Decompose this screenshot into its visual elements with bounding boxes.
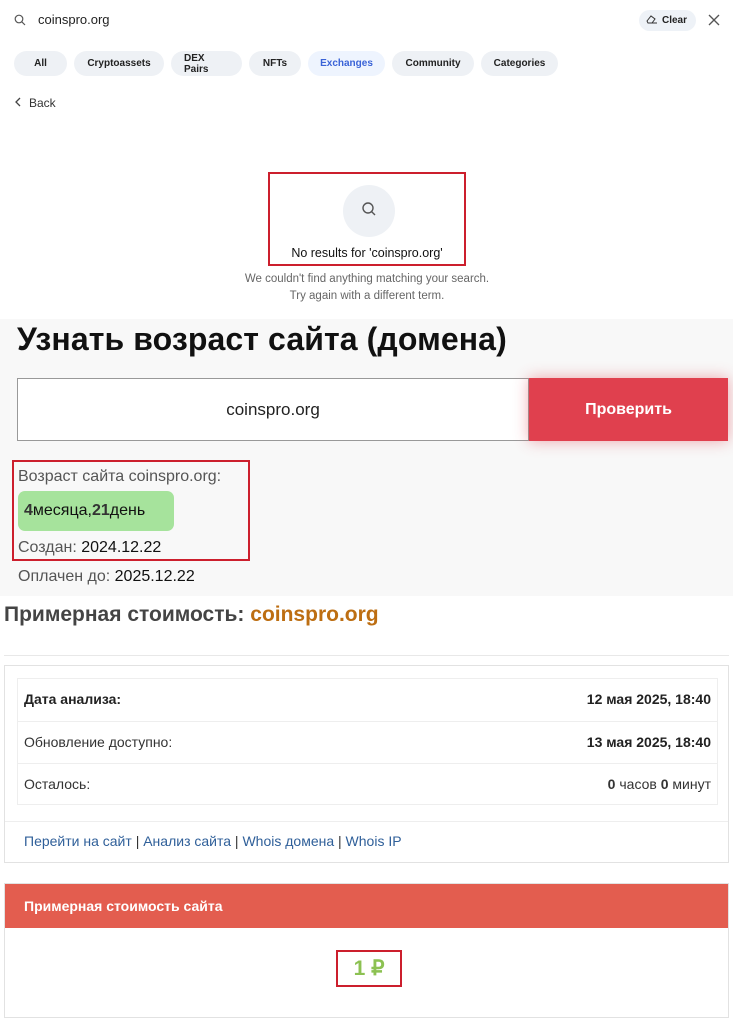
back-button[interactable]: Back [14, 96, 56, 110]
search-icon [14, 13, 26, 31]
cost-heading-prefix: Примерная стоимость: [4, 603, 251, 626]
analysis-info-table: Дата анализа: 12 мая 2025, 18:40 Обновле… [17, 678, 718, 805]
remaining-hours-word: часов [615, 776, 661, 792]
analysis-date-label: Дата анализа: [24, 691, 122, 707]
created-date: Создан: 2024.12.22 [18, 539, 161, 557]
link-whois-domain[interactable]: Whois домена [242, 833, 334, 849]
paid-label: Оплачен до: [18, 568, 115, 585]
divider [5, 821, 728, 822]
search-input[interactable]: coinspro.org [38, 12, 110, 27]
link-separator: | [135, 833, 140, 849]
age-months-number: 4 [24, 502, 33, 519]
update-available-label: Обновление доступно: [24, 734, 173, 750]
table-row: Обновление доступно: 13 мая 2025, 18:40 [18, 721, 717, 761]
search-icon [361, 201, 377, 222]
created-label: Создан: [18, 539, 82, 556]
tab-exchanges[interactable]: Exchanges [308, 51, 385, 76]
link-separator: | [234, 833, 239, 849]
remaining-label: Осталось: [24, 776, 91, 792]
filter-tabs: All Cryptoassets DEX Pairs NFTs Exchange… [14, 51, 558, 76]
tab-all[interactable]: All [14, 51, 67, 76]
tab-categories[interactable]: Categories [481, 51, 558, 76]
link-site-analysis[interactable]: Анализ сайта [143, 833, 231, 849]
paid-value: 2025.12.22 [114, 568, 195, 585]
remaining-minutes-number: 0 [660, 776, 669, 792]
age-days-number: 21 [91, 502, 110, 519]
remaining-minutes-word: минут [668, 776, 711, 792]
link-whois-ip[interactable]: Whois IP [346, 833, 402, 849]
estimated-price-value: 1 ₽ [353, 957, 385, 980]
search-bar: coinspro.org Clear [0, 0, 733, 42]
estimated-price-header: Примерная стоимость сайта [5, 884, 728, 928]
link-separator: | [338, 833, 342, 849]
no-results-title: No results for 'coinspro.org' [291, 246, 443, 260]
divider [4, 655, 729, 656]
close-icon[interactable] [706, 12, 722, 33]
check-button[interactable]: Проверить [529, 378, 728, 441]
link-go-to-site[interactable]: Перейти на сайт [24, 833, 132, 849]
cost-heading-domain: coinspro.org [250, 603, 379, 626]
highlight-box-price: 1 ₽ [336, 950, 402, 987]
estimated-price-card: Примерная стоимость сайта 1 ₽ [4, 883, 729, 1018]
domain-age-heading: Узнать возраст сайта (домена) [17, 321, 507, 357]
domain-input[interactable]: coinspro.org [17, 378, 529, 441]
clear-button[interactable]: Clear [639, 10, 697, 31]
clear-label: Clear [662, 15, 688, 26]
paid-until-date: Оплачен до: 2025.12.22 [18, 568, 195, 586]
table-row: Дата анализа: 12 мая 2025, 18:40 [18, 679, 717, 719]
no-results-line-2: Try again with a different term. [289, 290, 445, 302]
tab-cryptoassets[interactable]: Cryptoassets [74, 51, 164, 76]
cost-heading: Примерная стоимость: coinspro.org [4, 603, 379, 627]
domain-age-section: Узнать возраст сайта (домена) coinspro.o… [0, 319, 733, 596]
table-row: Осталось: 0 часов 0 минут [18, 763, 717, 803]
site-age-badge: 4 месяца, 21 день [18, 491, 174, 531]
eraser-icon [646, 14, 658, 27]
no-results-message: We couldn't find anything matching your … [160, 271, 574, 305]
tab-nfts[interactable]: NFTs [249, 51, 301, 76]
tab-community[interactable]: Community [392, 51, 474, 76]
update-available-value: 13 мая 2025, 18:40 [586, 734, 711, 750]
remaining-value: 0 часов 0 минут [608, 776, 711, 792]
analysis-date-value: 12 мая 2025, 18:40 [586, 691, 711, 707]
site-links: Перейти на сайт | Анализ сайта | Whois д… [24, 833, 402, 849]
site-age-label: Возраст сайта coinspro.org: [18, 468, 222, 485]
created-value: 2024.12.22 [81, 539, 162, 556]
empty-state-icon-circle [343, 185, 395, 237]
tab-dex-pairs[interactable]: DEX Pairs [171, 51, 242, 76]
no-results-line-1: We couldn't find anything matching your … [244, 273, 490, 285]
age-days-word: день [109, 502, 146, 519]
analysis-info-card: Дата анализа: 12 мая 2025, 18:40 Обновле… [4, 665, 729, 863]
back-label: Back [29, 96, 56, 110]
chevron-left-icon [14, 96, 21, 110]
age-months-word: месяца, [32, 502, 92, 519]
